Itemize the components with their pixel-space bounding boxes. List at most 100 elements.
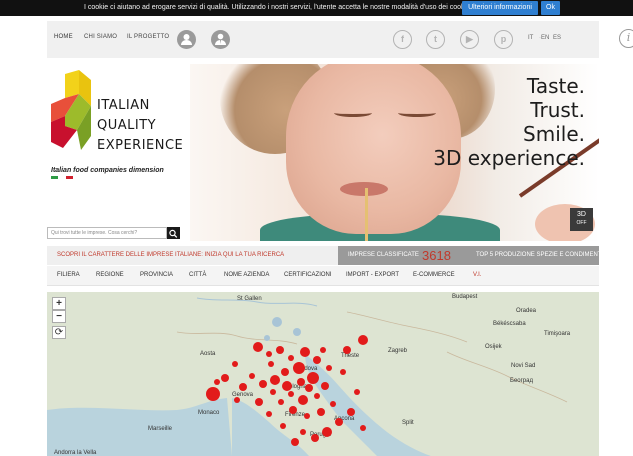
map-marker[interactable] [266,411,272,417]
map-marker[interactable] [313,356,321,364]
map-marker[interactable] [270,375,280,385]
photo-noodle [365,188,368,241]
pinterest-icon[interactable]: p [494,30,513,49]
map-marker[interactable] [330,401,336,407]
map-marker[interactable] [253,342,263,352]
youtube-icon[interactable]: ▶ [460,30,479,49]
map-marker[interactable] [255,398,263,406]
map-marker[interactable] [335,418,343,426]
discover-link[interactable]: SCOPRI IL CARATTERE DELLE IMPRESE ITALIA… [57,252,284,258]
map-marker[interactable] [300,347,310,357]
filter-vi[interactable]: V.I. [473,272,481,278]
map-marker[interactable] [317,408,325,416]
lang-en[interactable]: EN [541,35,549,41]
map-marker[interactable] [360,425,366,431]
map-marker[interactable] [281,368,289,376]
search-input[interactable]: Qui trovi tutte le imprese. Cosa cerchi? [47,227,167,239]
map-marker[interactable] [320,347,326,353]
business-user-icon[interactable] [211,30,230,49]
map-marker[interactable] [282,381,292,391]
search-button[interactable] [167,227,180,239]
twitter-icon[interactable]: t [426,30,445,49]
map-marker[interactable] [304,413,310,419]
zoom-out-button[interactable]: − [52,310,66,323]
map-marker[interactable] [206,387,220,401]
nav-item-home[interactable]: HOME [51,21,82,58]
tagline-4: 3D experience. [433,146,585,170]
filter-certificazioni[interactable]: CERTIFICAZIONI [284,272,332,278]
brand-line-3: EXPERIENCE [97,138,184,153]
user-icon[interactable] [177,30,196,49]
map-marker[interactable] [289,406,297,414]
map-marker[interactable] [288,391,294,397]
map-marker[interactable] [280,423,286,429]
map-marker[interactable] [234,397,240,403]
map-marker[interactable] [270,389,276,395]
map-marker[interactable] [311,434,319,442]
zoom-in-button[interactable]: + [52,297,66,310]
map-marker[interactable] [293,362,305,374]
company-map[interactable]: + − ⟳ St Gallen Budapest Oradea Békéscsa… [47,292,599,456]
map-city-label: Monaco [198,410,220,416]
map-marker[interactable] [291,438,299,446]
map-marker[interactable] [305,384,313,392]
map-marker[interactable] [358,335,368,345]
map-city-label: St Gallen [237,296,262,302]
reload-icon[interactable]: ⟳ [52,326,66,339]
nav-item-il-progetto[interactable]: IL PROGETTO [127,34,169,40]
filter-citta[interactable]: CITTÀ [189,272,206,278]
map-marker[interactable] [347,408,355,416]
map-marker[interactable] [249,373,255,379]
filter-provincia[interactable]: PROVINCIA [140,272,173,278]
map-marker[interactable] [297,378,305,386]
facebook-icon[interactable]: f [393,30,412,49]
map-marker[interactable] [214,379,220,385]
map-marker[interactable] [343,346,351,354]
map-marker[interactable] [354,389,360,395]
map-city-label: Békéscsaba [493,321,526,327]
filter-filiera[interactable]: FILIERA [57,272,80,278]
lang-es[interactable]: ES [553,35,561,41]
info-icon[interactable]: i [619,29,633,48]
stats-panel: IMPRESE CLASSIFICATE 3618 TOP 5 PRODUZIO… [338,246,603,265]
top5-link[interactable]: TOP 5 PRODUZIONE SPEZIE E CONDIMENTI [476,252,603,258]
map-marker[interactable] [314,393,320,399]
search-icon [169,229,178,238]
tagline-3: Smile. [523,122,585,146]
map-marker[interactable] [268,361,274,367]
stats-count: 3618 [422,248,451,263]
brand-line-2: QUALITY [97,118,157,133]
map-marker[interactable] [326,365,332,371]
cookie-more-info-button[interactable]: Ulteriori informazioni [462,1,538,15]
map-marker[interactable] [266,351,272,357]
map-marker[interactable] [307,372,319,384]
filter-import-export[interactable]: IMPORT - EXPORT [346,272,399,278]
3d-toggle-button[interactable]: 3D OFF [570,208,593,231]
map-marker[interactable] [276,346,284,354]
map-city-label: Zagreb [388,348,408,354]
map-marker[interactable] [221,374,229,382]
map-city-label: Oradea [516,308,537,314]
filter-nome-azienda[interactable]: NOME AZIENDA [224,272,269,278]
map-marker[interactable] [259,380,267,388]
map-marker[interactable] [321,382,329,390]
nav-item-chi-siamo[interactable]: CHI SIAMO [84,34,117,40]
map-marker[interactable] [298,395,308,405]
lang-it[interactable]: IT [528,35,533,41]
info-bar: SCOPRI IL CARATTERE DELLE IMPRESE ITALIA… [47,246,603,265]
map-marker[interactable] [239,383,247,391]
map-marker[interactable] [288,355,294,361]
map-marker[interactable] [300,429,306,435]
map-city-label: Osijek [485,344,502,350]
filter-regione[interactable]: REGIONE [96,272,124,278]
map-marker[interactable] [322,427,332,437]
filter-e-commerce[interactable]: E-COMMERCE [413,272,455,278]
map-marker[interactable] [232,361,238,367]
logo-icon[interactable] [51,70,91,162]
map-city-label: Marseille [148,426,173,432]
stats-label: IMPRESE CLASSIFICATE [348,252,419,258]
map-marker[interactable] [278,399,284,405]
cookie-ok-button[interactable]: Ok [541,1,560,15]
map-marker[interactable] [340,369,346,375]
map-city-label: Aosta [200,351,216,357]
